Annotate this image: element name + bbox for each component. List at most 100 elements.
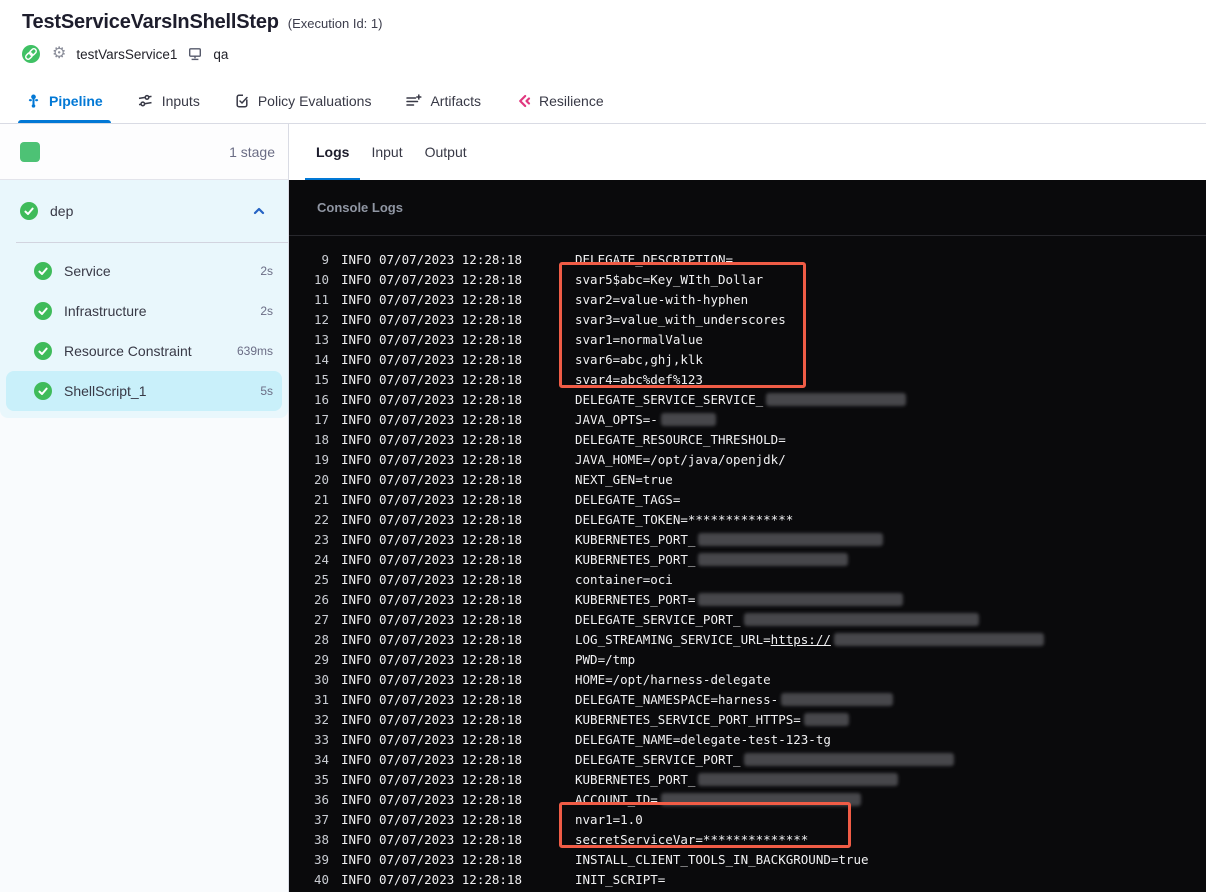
log-message: svar5$abc=Key_WIth_Dollar — [575, 272, 763, 287]
log-text: DELEGATE_NAME=delegate-test-123-tg — [575, 731, 831, 747]
step-label: ShellScript_1 — [64, 383, 147, 399]
log-message: DELEGATE_TAGS= — [575, 492, 680, 507]
log-level: INFO — [341, 391, 372, 407]
log-level: INFO — [341, 771, 372, 787]
log-text: svar4=abc%def%123 — [575, 371, 703, 387]
step-row[interactable]: Resource Constraint 639ms — [0, 331, 288, 371]
tab-resilience[interactable]: Resilience — [515, 79, 604, 123]
log-timestamp: 07/07/2023 12:28:18 — [379, 551, 522, 567]
log-line-number: 12 — [313, 311, 329, 327]
log-row: 33 INFO 07/07/2023 12:28:18 DELEGATE_NAME=d… — [309, 729, 1206, 749]
log-line-number: 40 — [313, 871, 329, 887]
log-text: nvar1=1.0 — [575, 811, 643, 827]
tab-input[interactable]: Input — [360, 124, 413, 180]
log-line-number: 26 — [313, 591, 329, 607]
log-text: DELEGATE_RESOURCE_THRESHOLD= — [575, 431, 786, 447]
stage-group-header[interactable]: dep — [0, 180, 288, 242]
log-row: 12 INFO 07/07/2023 12:28:18 svar3=value_wit… — [309, 309, 1206, 329]
log-row: 9 INFO 07/07/2023 12:28:18 DELEGATE_DESCRIP… — [309, 249, 1206, 269]
nav-tabs: Pipeline Inputs Policy Evaluations Artif… — [0, 79, 1206, 124]
log-line-number: 28 — [313, 631, 329, 647]
log-level: INFO — [341, 711, 372, 727]
log-text: NEXT_GEN=true — [575, 471, 673, 487]
console-header[interactable]: Console Logs — [289, 180, 1206, 236]
stage-group: dep Service 2s Infrastructure 2s Resource Co… — [0, 180, 288, 418]
log-timestamp: 07/07/2023 12:28:18 — [379, 751, 522, 767]
log-line-number: 16 — [313, 391, 329, 407]
log-line-number: 20 — [313, 471, 329, 487]
log-message: KUBERNETES_PORT_ — [575, 551, 849, 567]
service-name[interactable]: testVarsService1 — [76, 47, 177, 62]
tab-pipeline[interactable]: Pipeline — [18, 79, 111, 123]
divider — [16, 242, 288, 243]
gear-icon[interactable]: ⚙ — [52, 46, 66, 62]
stage-status-swatch[interactable] — [20, 141, 40, 162]
tab-label: Artifacts — [430, 93, 482, 109]
redacted-text — [698, 552, 849, 566]
success-check-icon — [34, 342, 52, 360]
log-text: DELEGATE_TOKEN=************** — [575, 511, 794, 527]
log-level: INFO — [341, 351, 372, 367]
log-panel: Logs Input Output Console Logs 9 INFO 07/0… — [289, 124, 1206, 892]
log-line-number: 22 — [313, 511, 329, 527]
console: Console Logs 9 INFO 07/07/2023 12:28:18 DEL… — [289, 180, 1206, 892]
log-text: DELEGATE_SERVICE_PORT_ — [575, 611, 741, 627]
log-timestamp: 07/07/2023 12:28:18 — [379, 591, 522, 607]
page-title: TestServiceVarsInShellStep — [22, 11, 279, 33]
log-line-number: 35 — [313, 771, 329, 787]
log-row: 26 INFO 07/07/2023 12:28:18 KUBERNETES_PORT… — [309, 589, 1206, 609]
log-timestamp: 07/07/2023 12:28:18 — [379, 451, 522, 467]
log-row: 40 INFO 07/07/2023 12:28:18 INIT_SCRIPT= — [309, 869, 1206, 889]
log-line-number: 30 — [313, 671, 329, 687]
log-message: KUBERNETES_PORT= — [575, 592, 904, 607]
log-row: 35 INFO 07/07/2023 12:28:18 KUBERNETES_PORT… — [309, 769, 1206, 789]
chevron-up-icon[interactable] — [252, 204, 266, 218]
step-duration: 5s — [260, 384, 273, 398]
log-row: 39 INFO 07/07/2023 12:28:18 INSTALL_CLIENT_… — [309, 849, 1206, 869]
log-row: 10 INFO 07/07/2023 12:28:18 svar5$abc=Key_W… — [309, 269, 1206, 289]
main-area: 1 stage dep Service 2s Infrastructure 2s Res… — [0, 124, 1206, 892]
deployment-link-icon — [22, 45, 40, 63]
artifacts-icon — [405, 93, 423, 109]
log-message: DELEGATE_SERVICE_PORT_ — [575, 752, 954, 767]
success-check-icon — [34, 302, 52, 320]
log-message: svar6=abc,ghj,klk — [575, 352, 703, 367]
step-row[interactable]: Infrastructure 2s — [0, 291, 288, 331]
tab-logs[interactable]: Logs — [305, 124, 361, 180]
log-timestamp: 07/07/2023 12:28:18 — [379, 791, 522, 807]
tab-output[interactable]: Output — [414, 124, 478, 180]
log-message: DELEGATE_DESCRIPTION= — [575, 252, 733, 267]
log-text: ACCOUNT_ID= — [575, 791, 658, 807]
log-text: KUBERNETES_PORT_ — [575, 551, 696, 567]
log-message: DELEGATE_TOKEN=************** — [575, 512, 793, 527]
log-level: INFO — [341, 311, 372, 327]
log-line-number: 27 — [313, 611, 329, 627]
log-message: secretServiceVar=************** — [575, 832, 808, 847]
log-link[interactable]: https:// — [771, 632, 831, 647]
log-timestamp: 07/07/2023 12:28:18 — [379, 831, 522, 847]
console-log-list[interactable]: 9 INFO 07/07/2023 12:28:18 DELEGATE_DESCRIP… — [289, 236, 1206, 892]
tab-policy-evaluations[interactable]: Policy Evaluations — [234, 79, 371, 123]
log-line-number: 23 — [313, 531, 329, 547]
log-line-number: 29 — [313, 651, 329, 667]
tab-label: Output — [424, 144, 467, 160]
step-label: Service — [64, 263, 111, 279]
log-text: container=oci — [575, 571, 673, 587]
resilience-icon — [515, 93, 531, 109]
step-row[interactable]: ShellScript_1 5s — [6, 371, 282, 411]
log-timestamp: 07/07/2023 12:28:18 — [379, 471, 522, 487]
tab-artifacts[interactable]: Artifacts — [405, 79, 481, 123]
log-text: svar6=abc,ghj,klk — [575, 351, 703, 367]
log-timestamp: 07/07/2023 12:28:18 — [379, 731, 522, 747]
log-timestamp: 07/07/2023 12:28:18 — [379, 391, 522, 407]
log-level: INFO — [341, 551, 372, 567]
log-level: INFO — [341, 591, 372, 607]
log-timestamp: 07/07/2023 12:28:18 — [379, 671, 522, 687]
step-row[interactable]: Service 2s — [0, 251, 288, 291]
environment-name[interactable]: qa — [213, 47, 228, 62]
tab-inputs[interactable]: Inputs — [137, 79, 200, 123]
log-level: INFO — [341, 331, 372, 347]
log-level: INFO — [341, 251, 372, 267]
log-row: 27 INFO 07/07/2023 12:28:18 DELEGATE_SERVIC… — [309, 609, 1206, 629]
log-line-number: 39 — [313, 851, 329, 867]
